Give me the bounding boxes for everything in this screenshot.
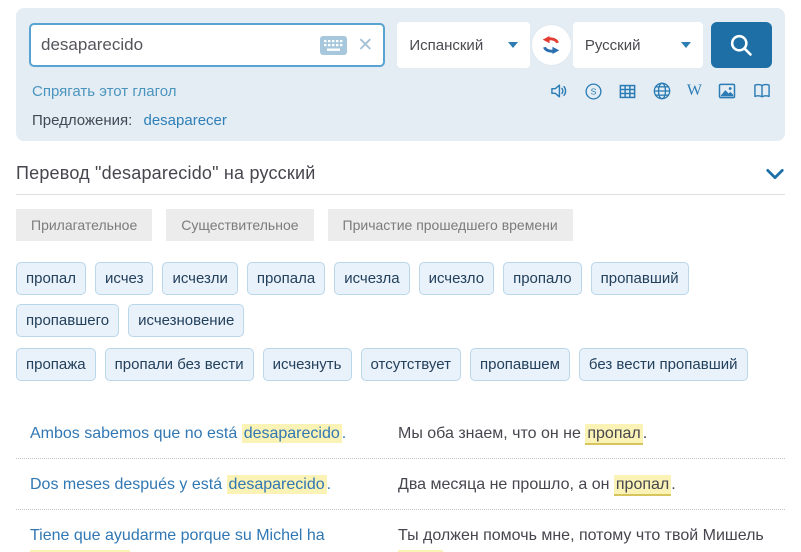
translation-chip[interactable]: пропажа: [16, 348, 96, 381]
example-row: Dos meses después y está desaparecido. Д…: [16, 459, 785, 510]
translation-chip[interactable]: пропавший: [591, 262, 689, 295]
translation-chip[interactable]: исчезнуть: [263, 348, 352, 381]
search-button[interactable]: [711, 22, 772, 68]
target-highlight[interactable]: пропал: [585, 424, 642, 445]
translation-chip[interactable]: пропавшем: [470, 348, 570, 381]
translation-chip[interactable]: исчезло: [419, 262, 495, 295]
search-box: ✕: [29, 23, 385, 67]
svg-text:S: S: [590, 86, 596, 96]
divider: [16, 194, 785, 195]
translation-chip[interactable]: пропала: [247, 262, 325, 295]
image-icon[interactable]: [717, 81, 737, 101]
example-target: Два месяца не прошло, а он пропал.: [398, 473, 785, 496]
example-source: Tiene que ayudarme porque su Michel ha d…: [30, 524, 398, 552]
translation-chip[interactable]: пропавшего: [16, 304, 119, 337]
source-text: .: [327, 476, 331, 493]
toolbar: S W: [549, 81, 772, 101]
source-text: Ambos sabemos que no está: [30, 425, 242, 442]
translation-chips-row1: пропал исчез исчезли пропала исчезла исч…: [16, 262, 785, 337]
pos-tab-noun[interactable]: Существительное: [166, 209, 313, 241]
target-language-select[interactable]: Русский: [573, 22, 703, 68]
source-language-label: Испанский: [409, 37, 483, 54]
target-language-label: Русский: [585, 37, 641, 54]
pos-tab-past-participle[interactable]: Причастие прошедшего времени: [328, 209, 573, 241]
target-text: Мы оба знаем, что он не: [398, 425, 585, 442]
page-title: Перевод "desaparecido" на русский: [16, 163, 315, 184]
example-target: Мы оба знаем, что он не пропал.: [398, 422, 785, 445]
example-target: Ты должен помочь мне, потому что твой Ми…: [398, 524, 785, 552]
target-text: Ты должен помочь мне, потому что твой Ми…: [398, 527, 764, 544]
book-icon[interactable]: [752, 81, 772, 101]
source-highlight[interactable]: desaparecido: [242, 424, 342, 443]
translation-chip[interactable]: пропал: [16, 262, 86, 295]
conjugate-verb-link[interactable]: Спрягать этот глагол: [32, 83, 176, 100]
collapse-chevron-icon[interactable]: [765, 167, 785, 181]
clear-search-icon[interactable]: ✕: [357, 36, 373, 55]
source-highlight[interactable]: desaparecido: [227, 475, 327, 494]
translation-chip[interactable]: пропали без вести: [105, 348, 254, 381]
translation-chip[interactable]: исчезли: [162, 262, 237, 295]
translation-chip[interactable]: пропало: [503, 262, 582, 295]
chevron-down-icon: [681, 42, 691, 48]
suggestion-link[interactable]: desaparecer: [143, 112, 226, 129]
swap-languages-button[interactable]: [532, 25, 571, 65]
translation-chip[interactable]: отсутствует: [361, 348, 461, 381]
examples-list: Ambos sabemos que no está desaparecido. …: [16, 408, 785, 552]
search-input[interactable]: [41, 35, 320, 55]
search-icon: [728, 32, 755, 59]
target-highlight[interactable]: пропал: [614, 475, 671, 496]
translation-chip[interactable]: исчезла: [334, 262, 409, 295]
example-source: Ambos sabemos que no está desaparecido.: [30, 422, 398, 445]
example-row: Tiene que ayudarme porque su Michel ha d…: [16, 510, 785, 552]
virtual-keyboard-icon[interactable]: [320, 36, 347, 55]
target-text: Два месяца не прошло, а он: [398, 476, 614, 493]
chevron-down-icon: [508, 42, 518, 48]
search-panel: ✕ Испанский Русский С: [16, 8, 785, 141]
speaker-icon[interactable]: [549, 81, 569, 101]
translation-chip[interactable]: исчезновение: [128, 304, 244, 337]
pos-tabs: Прилагательное Существительное Причастие…: [16, 209, 785, 241]
source-text: Dos meses después y está: [30, 476, 227, 493]
wikipedia-icon[interactable]: W: [687, 83, 702, 99]
table-icon[interactable]: [618, 82, 637, 101]
source-text: .: [342, 425, 346, 442]
example-row: Ambos sabemos que no está desaparecido. …: [16, 408, 785, 459]
target-text: .: [671, 476, 675, 493]
globe-icon[interactable]: [652, 81, 672, 101]
source-text: Tiene que ayudarme porque su Michel ha: [30, 527, 325, 544]
target-text: .: [643, 425, 647, 442]
pos-tab-adjective[interactable]: Прилагательное: [16, 209, 152, 241]
translation-chip[interactable]: без вести пропавший: [579, 348, 748, 381]
s-circle-icon[interactable]: S: [584, 82, 603, 101]
translation-chips-row2: пропажа пропали без вести исчезнуть отсу…: [16, 348, 785, 381]
source-language-select[interactable]: Испанский: [397, 22, 529, 68]
suggestions-label: Предложения:: [32, 112, 132, 129]
example-source: Dos meses después y está desaparecido.: [30, 473, 398, 496]
translation-chip[interactable]: исчез: [95, 262, 153, 295]
